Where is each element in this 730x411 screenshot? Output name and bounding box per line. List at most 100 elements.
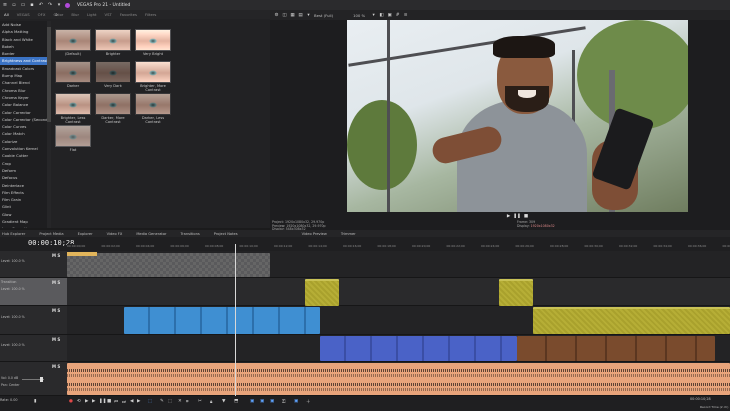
- overlay-icon[interactable]: ▦: [290, 13, 295, 18]
- audio-clip[interactable]: [67, 363, 730, 395]
- preview-quality[interactable]: Best (Full): [314, 13, 333, 18]
- preset-thumbnail[interactable]: Darker, Less Contrast: [135, 93, 171, 124]
- pause-icon[interactable]: ❚❚: [513, 214, 521, 219]
- generated-media-clip[interactable]: [533, 307, 730, 334]
- auto-crossfade-icon[interactable]: ▣: [260, 399, 264, 404]
- fx-tab[interactable]: All: [0, 12, 13, 17]
- save-snapshot-icon[interactable]: ▣: [387, 13, 392, 18]
- pause-icon[interactable]: ❚❚: [99, 399, 107, 404]
- save-icon[interactable]: ▪: [29, 2, 35, 8]
- track-header[interactable]: M S Level: 100.0 %: [0, 251, 67, 278]
- split-icon[interactable]: ✂: [198, 399, 202, 404]
- fx-list-item[interactable]: Defocus: [0, 174, 47, 181]
- preset-thumbnail[interactable]: Very Bright: [135, 29, 171, 56]
- audio-track-header[interactable]: M S Vol: 0.0 dB Pan: Center: [0, 362, 67, 396]
- ignore-grouping-icon[interactable]: ▣: [294, 399, 298, 404]
- tab-hub-explorer[interactable]: Hub Explorer: [0, 232, 32, 236]
- tab-video-fx[interactable]: Video FX: [100, 232, 130, 236]
- envelope-tool-icon[interactable]: ✎: [160, 399, 164, 404]
- zoom-in-icon[interactable]: ＋: [306, 399, 311, 405]
- fx-list-item[interactable]: Black and White: [0, 36, 47, 43]
- tab-transitions[interactable]: Transitions: [174, 232, 207, 236]
- tab-video-preview[interactable]: Video Preview: [295, 232, 334, 236]
- fx-list-item[interactable]: Bump Map: [0, 72, 47, 79]
- fx-list-scroll-thumb[interactable]: [47, 27, 51, 122]
- fx-list-item[interactable]: Deform: [0, 167, 47, 174]
- fx-list-item[interactable]: Brightness and Contrast: [0, 57, 47, 65]
- split-screen-icon[interactable]: ◫: [282, 13, 287, 18]
- volume-slider-thumb[interactable]: [40, 377, 43, 382]
- fx-tab[interactable]: VEGAS: [13, 12, 34, 17]
- fx-list-item[interactable]: Cookie Cutter: [0, 152, 47, 159]
- preset-thumbnail[interactable]: Darker, More Contrast: [95, 93, 131, 124]
- lock-icon[interactable]: 🔒︎: [210, 399, 212, 405]
- video-clip[interactable]: [320, 336, 517, 361]
- track-header[interactable]: M S Level: 100.0 %: [0, 335, 67, 362]
- zoom-level[interactable]: 100 %: [353, 13, 365, 18]
- fx-list-item[interactable]: Color Corrector: [0, 109, 47, 116]
- ripple-edit-icon[interactable]: ▣: [270, 399, 274, 404]
- preset-thumbnail[interactable]: Brighter, Less Contrast: [55, 93, 91, 124]
- timeline-ruler[interactable]: 00:00:00;00 00:00:02;00 00:00:04;00 00:00:0…: [67, 244, 730, 251]
- stop-icon[interactable]: ■: [524, 214, 528, 219]
- fx-list-item[interactable]: Film Grain: [0, 196, 47, 203]
- audio-track-lane[interactable]: [67, 362, 730, 396]
- marker-icon[interactable]: ▼: [222, 399, 225, 404]
- chevron-down-icon[interactable]: ▾: [306, 13, 311, 18]
- delete-icon[interactable]: ✕: [178, 399, 182, 404]
- fx-icon[interactable]: ▤: [298, 13, 303, 18]
- track-lane[interactable]: [67, 335, 730, 362]
- fx-list-item[interactable]: Color Corrector (Secondary): [0, 116, 47, 123]
- undo-icon[interactable]: ↶: [38, 2, 44, 8]
- go-to-start-icon[interactable]: ⏮: [114, 399, 118, 405]
- selection-tool-icon[interactable]: ⬚: [168, 399, 172, 404]
- tab-trimmer[interactable]: Trimmer: [334, 232, 363, 236]
- fx-list-item[interactable]: Glow: [0, 211, 47, 218]
- track-header[interactable]: M S Level: 100.0 %: [0, 306, 67, 335]
- record-icon[interactable]: ●: [69, 399, 73, 404]
- fx-list-item[interactable]: Chroma Blur: [0, 87, 47, 94]
- fx-list-item[interactable]: Colorize: [0, 138, 47, 145]
- fx-list-item[interactable]: Deinterlace: [0, 182, 47, 189]
- tab-explorer[interactable]: Explorer: [71, 232, 100, 236]
- menu-icon[interactable]: ≡: [2, 2, 8, 8]
- menu-icon[interactable]: ≡: [403, 13, 408, 18]
- stop-icon[interactable]: ■: [107, 399, 111, 404]
- rate-slider-icon[interactable]: ▮: [34, 399, 36, 404]
- fx-list-item[interactable]: Color Match: [0, 130, 47, 137]
- region-icon[interactable]: ⬒: [234, 399, 238, 404]
- preset-thumbnail[interactable]: Flat: [55, 125, 91, 152]
- track-lane[interactable]: [67, 306, 730, 335]
- fx-tab[interactable]: Color: [49, 12, 67, 17]
- next-frame-icon[interactable]: ▶: [137, 399, 140, 404]
- chevron-down-icon[interactable]: ▾: [56, 2, 62, 8]
- mute-solo[interactable]: M S: [52, 337, 60, 342]
- mute-solo[interactable]: M S: [52, 253, 60, 258]
- fx-tab[interactable]: Light: [83, 12, 100, 17]
- video-clip[interactable]: [124, 307, 320, 334]
- snapping-icon[interactable]: ▣: [250, 399, 254, 404]
- track-lane[interactable]: [67, 251, 730, 278]
- chevron-down-icon[interactable]: ▾: [371, 13, 376, 18]
- fx-tab[interactable]: VST: [101, 12, 116, 17]
- fx-list-item[interactable]: Bokeh: [0, 43, 47, 50]
- go-to-end-icon[interactable]: ⏭: [122, 399, 126, 405]
- track-lane[interactable]: [67, 278, 730, 306]
- fx-tab[interactable]: Favorites: [116, 12, 141, 17]
- fx-list-item[interactable]: Add Noise: [0, 21, 47, 28]
- track-header-selected[interactable]: M S Transition Level: 100.0 %: [0, 278, 67, 306]
- grid-icon[interactable]: #: [395, 13, 400, 18]
- mute-solo[interactable]: M S: [52, 364, 60, 369]
- preset-thumbnail[interactable]: Darker: [55, 61, 91, 88]
- preset-thumbnail[interactable]: Very Dark: [95, 61, 131, 88]
- normal-edit-tool-icon[interactable]: ⬚: [148, 399, 152, 404]
- playhead-cursor[interactable]: [235, 244, 236, 402]
- fx-list-item[interactable]: Border: [0, 50, 47, 57]
- fx-list-item[interactable]: Chroma Keyer: [0, 94, 47, 101]
- play-from-start-icon[interactable]: ▶: [85, 399, 88, 404]
- copy-snapshot-icon[interactable]: ◧: [379, 13, 384, 18]
- mute-solo[interactable]: M S: [52, 280, 60, 285]
- gear-icon[interactable]: ⚙: [274, 13, 279, 18]
- fx-list-item[interactable]: Gradient Map: [0, 218, 47, 225]
- tab-media-generator[interactable]: Media Generator: [129, 232, 173, 236]
